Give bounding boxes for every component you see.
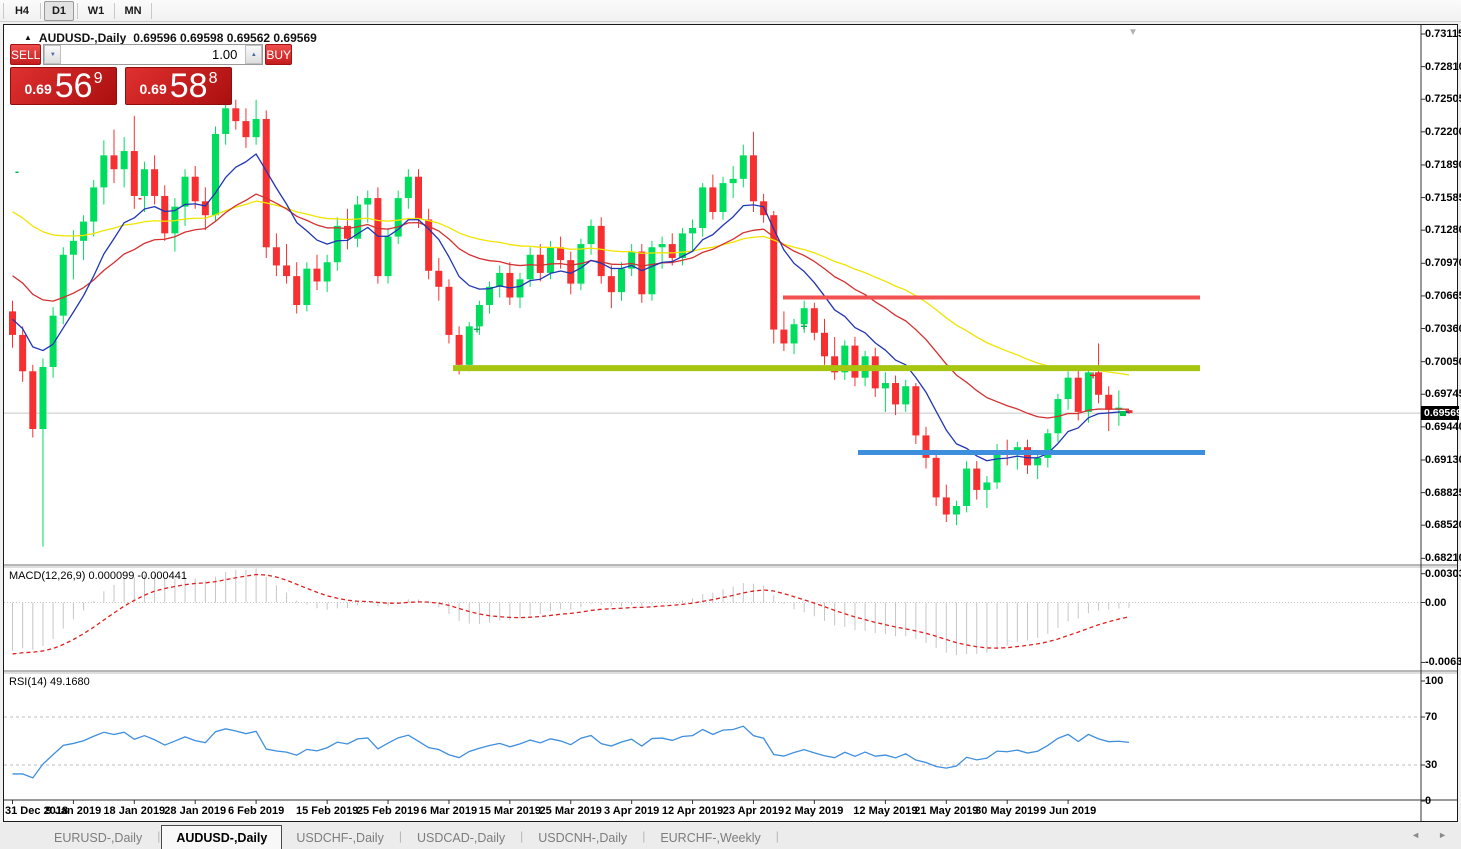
rsi-axis-tick: 100 [1425,675,1443,687]
tab-scroll-buttons: ◄ ► [1411,830,1447,840]
price-axis-tick: 0.68825 [1425,487,1461,499]
tab-scroll-left-icon[interactable]: ◄ [1411,830,1420,840]
chart-symbol-label: AUDUSD-,Daily [39,31,126,45]
price-axis-tick: 0.68520 [1425,519,1461,531]
rsi-axis-tick: 70 [1425,711,1437,723]
macd-axis-tick: 0.003035 [1425,568,1461,580]
price-axis-tick: 0.71890 [1425,159,1461,171]
svg-text:+: + [473,323,480,337]
price-axis-tick: 0.73115 [1425,28,1461,40]
one-click-trading-panel: SELL ▼ ▲ BUY 0.69 56 9 0.69 58 8 [10,44,232,105]
price-axis-tick: 0.69130 [1425,454,1461,466]
chart-tab-usdchf[interactable]: USDCHF-,Daily [282,827,398,849]
price-axis-tick: 0.70050 [1425,356,1461,368]
current-price-tag: 0.69569 [1421,406,1459,420]
chart-tab-eurchf[interactable]: EURCHF-,Weekly [646,827,774,849]
chart-shift-marker-icon[interactable]: ▼ [1128,27,1138,38]
price-axis-tick: 0.68210 [1425,552,1461,564]
volume-input[interactable] [61,45,245,64]
bid-pip-digit: 9 [94,71,103,87]
time-axis-label: 2 May 2019 [776,805,852,817]
volume-stepper: ▼ ▲ [43,44,263,65]
price-axis-tick: 0.71280 [1425,224,1461,236]
buy-button[interactable]: BUY [265,44,292,65]
moving-average-mid [13,194,1130,418]
price-axis-tick: 0.70665 [1425,290,1461,302]
timeframe-button-mn[interactable]: MN [118,1,148,21]
svg-text:-: - [15,164,19,178]
chart-tab-audusd[interactable]: AUDUSD-,Daily [161,825,282,849]
toolbar-separator [151,3,152,19]
ask-pip-digit: 8 [209,71,218,87]
macd-indicator-label: MACD(12,26,9) 0.000099 -0.000441 [9,570,187,582]
chart-title: ▲ AUDUSD-,Daily 0.69596 0.69598 0.69562 … [24,31,317,45]
price-axis-tick: 0.69440 [1425,421,1461,433]
price-axis-tick: 0.70970 [1425,257,1461,269]
svg-text:+: + [1089,369,1096,383]
rsi-axis-tick: 30 [1425,759,1437,771]
macd-axis-tick: 0.00 [1425,597,1446,609]
price-axis-tick: 0.72810 [1425,61,1461,73]
price-axis-tick: 0.69745 [1425,388,1461,400]
price-axis-tick: 0.70360 [1425,323,1461,335]
chart-tab-bar: EURUSD-,Daily | AUDUSD-,DailyUSDCHF-,Daily… [0,823,1461,849]
rsi-indicator-label: RSI(14) 49.1680 [9,676,90,688]
volume-increase-button[interactable]: ▲ [245,45,262,64]
chart-window: + + + - - ▲ AUDUSD-,Daily 0.69596 0.69598 0.… [3,24,1458,822]
price-axis-tick: 0.71585 [1425,192,1461,204]
rsi-pane [4,717,1421,778]
toolbar-separator [3,3,4,19]
bid-prefix: 0.69 [25,81,52,97]
svg-text:-: - [138,191,142,205]
time-axis-label: 6 Feb 2019 [218,805,294,817]
chart-tab-usdcad[interactable]: USDCAD-,Daily [403,827,519,849]
price-axis-tick: 0.72505 [1425,93,1461,105]
toolbar-separator [114,3,115,19]
svg-text:+: + [800,319,807,333]
bid-price-button[interactable]: 0.69 56 9 [10,67,117,105]
ask-price-button[interactable]: 0.69 58 8 [125,67,232,105]
price-pane: + + + - - [4,98,1421,547]
chart-tab-usdcnh[interactable]: USDCNH-,Daily [524,827,641,849]
bid-big-digits: 56 [55,71,93,101]
timeframe-button-w1[interactable]: W1 [81,1,111,21]
macd-pane [4,568,1421,655]
collapse-panel-icon[interactable]: ▲ [24,34,32,42]
tab-separator: | [775,829,780,843]
chart-canvas[interactable]: + + + - - [4,25,1457,821]
timeframe-button-h4[interactable]: H4 [7,1,37,21]
macd-axis-tick: -0.006311 [1425,656,1461,668]
macd-signal-line [13,575,1130,654]
time-axis-label: 9 Jun 2019 [1030,805,1106,817]
toolbar-separator [40,3,41,19]
rsi-axis-tick: 0 [1425,795,1431,807]
rsi-line [13,726,1130,778]
sell-button[interactable]: SELL [10,44,41,65]
ask-prefix: 0.69 [140,81,167,97]
ask-big-digits: 58 [170,71,208,101]
timeframe-button-d1[interactable]: D1 [44,1,74,21]
volume-decrease-button[interactable]: ▼ [44,45,61,64]
tab-scroll-right-icon[interactable]: ► [1438,830,1447,840]
price-axis-tick: 0.72200 [1425,126,1461,138]
chart-ohlc-quote: 0.69596 0.69598 0.69562 0.69569 [133,31,317,45]
chart-tab-eurusd[interactable]: EURUSD-,Daily [40,827,156,849]
timeframe-toolbar: H4 D1 W1 MN [0,0,1461,22]
toolbar-separator [77,3,78,19]
moving-average-fast [13,154,1130,461]
